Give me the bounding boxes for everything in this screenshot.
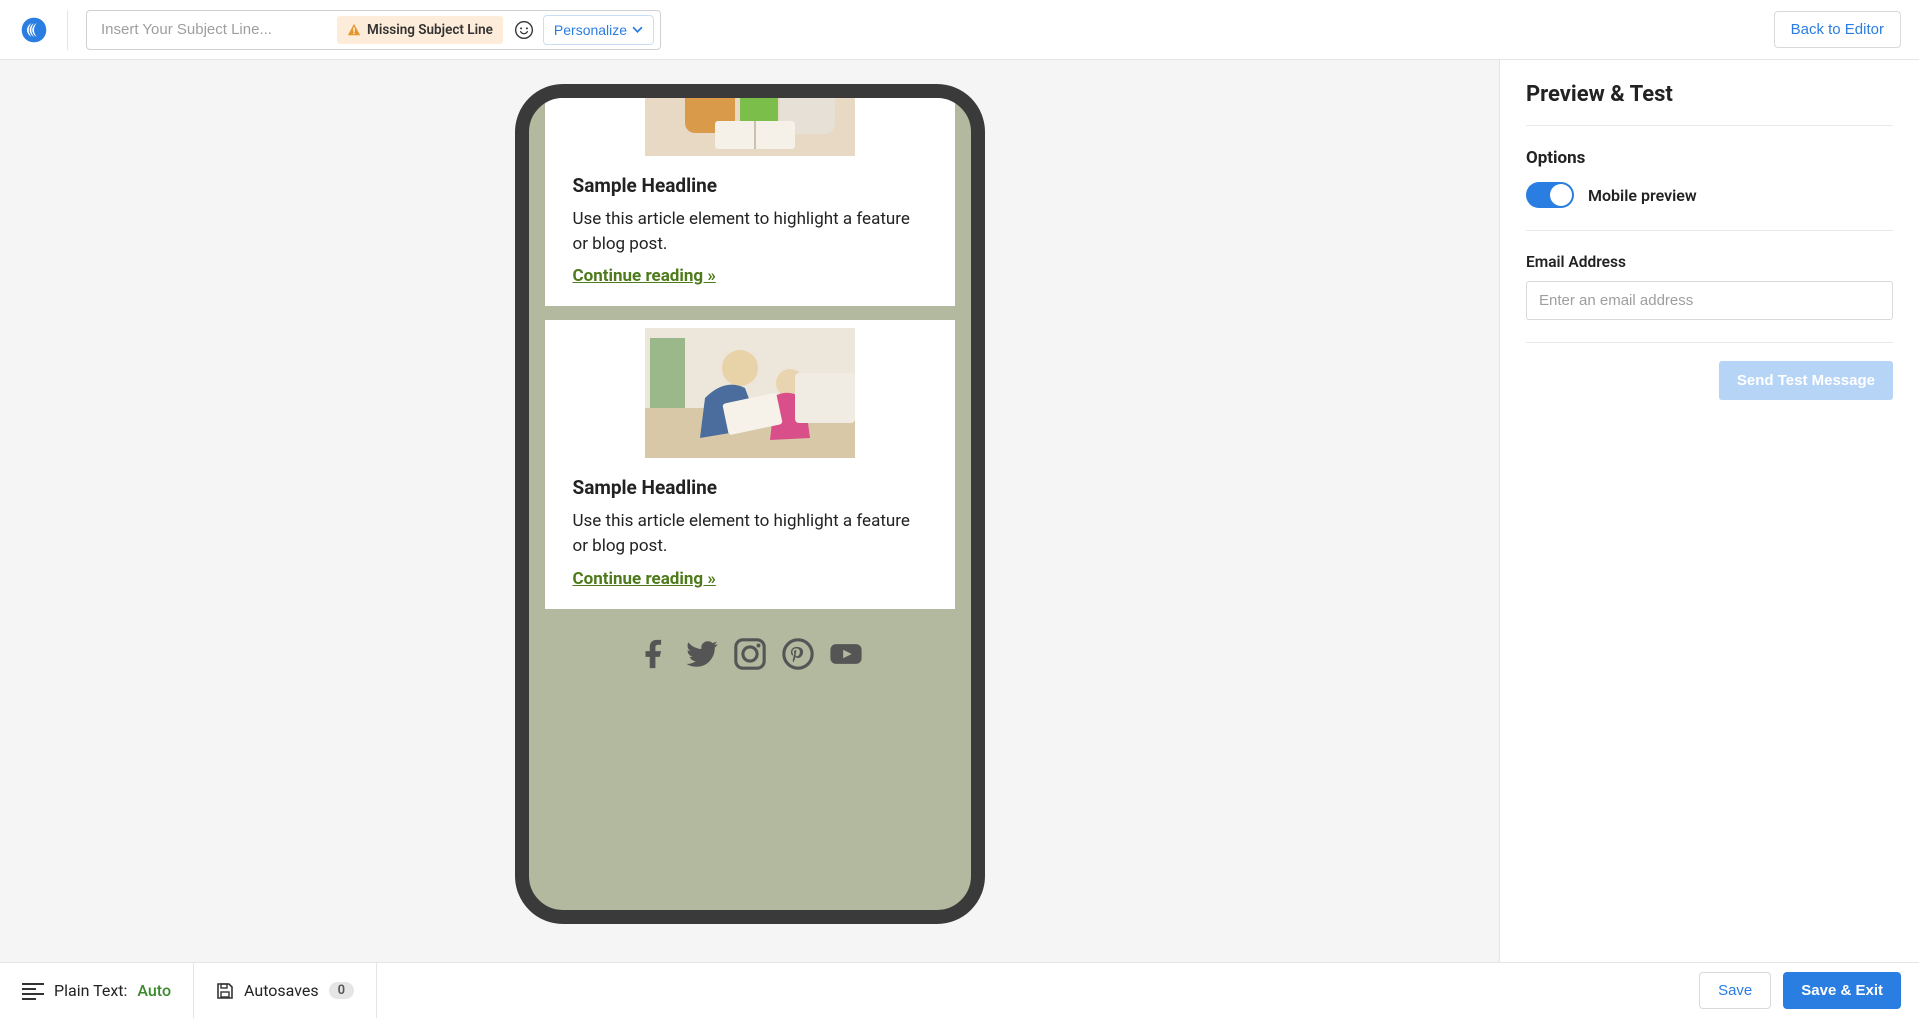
instagram-icon[interactable] (733, 637, 767, 671)
social-icons-row (529, 609, 971, 681)
autosaves-label: Autosaves (244, 981, 319, 1000)
send-test-message-button[interactable]: Send Test Message (1719, 361, 1893, 400)
article-image (645, 328, 855, 458)
missing-subject-warning: Missing Subject Line (337, 16, 503, 44)
options-label: Options (1526, 148, 1893, 168)
personalize-button[interactable]: Personalize (543, 15, 654, 45)
email-address-label: Email Address (1526, 253, 1893, 271)
article-headline: Sample Headline (545, 156, 955, 197)
subject-line-wrap: Missing Subject Line Personalize (86, 10, 661, 50)
smiley-icon (514, 20, 534, 40)
plain-text-icon (22, 982, 44, 1000)
topbar: Missing Subject Line Personalize Back to… (0, 0, 1919, 60)
save-exit-button[interactable]: Save & Exit (1783, 972, 1901, 1009)
app-logo[interactable] (18, 10, 68, 50)
twitter-icon[interactable] (685, 637, 719, 671)
subject-input[interactable] (87, 21, 337, 38)
email-address-input[interactable] (1526, 281, 1893, 320)
mobile-preview-toggle-label: Mobile preview (1588, 186, 1697, 205)
continue-reading-link[interactable]: Continue reading » (573, 569, 716, 589)
plain-text-label: Plain Text: (54, 981, 127, 1000)
article-body: Use this article element to highlight a … (545, 499, 955, 558)
preview-test-panel: Preview & Test Options Mobile preview Em… (1499, 60, 1919, 962)
panel-title: Preview & Test (1526, 82, 1893, 126)
bottom-actions: Save Save & Exit (1699, 972, 1919, 1009)
mobile-preview-toggle-row: Mobile preview (1526, 182, 1893, 231)
chevron-down-icon (632, 24, 643, 35)
warning-icon (347, 23, 361, 37)
continue-reading-link[interactable]: Continue reading » (573, 266, 716, 286)
autosaves-control[interactable]: Autosaves 0 (194, 963, 377, 1018)
youtube-icon[interactable] (829, 637, 863, 671)
pinterest-icon[interactable] (781, 637, 815, 671)
emoji-button[interactable] (511, 17, 537, 43)
save-icon (216, 982, 234, 1000)
mobile-preview-frame: Sample Headline Use this article element… (515, 84, 985, 924)
save-button[interactable]: Save (1699, 972, 1771, 1009)
article-block: Sample Headline Use this article element… (545, 84, 955, 306)
article-block: Sample Headline Use this article element… (545, 320, 955, 608)
back-to-editor-button[interactable]: Back to Editor (1774, 11, 1901, 48)
preview-area: Sample Headline Use this article element… (0, 60, 1499, 962)
bottom-bar: Plain Text: Auto Autosaves 0 Save Save &… (0, 962, 1919, 1018)
autosaves-count: 0 (329, 982, 354, 999)
article-headline: Sample Headline (545, 458, 955, 499)
plain-text-value: Auto (137, 981, 171, 1000)
divider (1526, 342, 1893, 343)
article-image (645, 84, 855, 156)
warning-text: Missing Subject Line (367, 22, 493, 38)
mobile-preview-toggle[interactable] (1526, 182, 1574, 208)
facebook-icon[interactable] (637, 637, 671, 671)
personalize-label: Personalize (554, 22, 627, 38)
article-body: Use this article element to highlight a … (545, 197, 955, 256)
mobile-preview-content[interactable]: Sample Headline Use this article element… (529, 84, 971, 910)
plain-text-control[interactable]: Plain Text: Auto (0, 963, 194, 1018)
main-area: Sample Headline Use this article element… (0, 60, 1919, 962)
